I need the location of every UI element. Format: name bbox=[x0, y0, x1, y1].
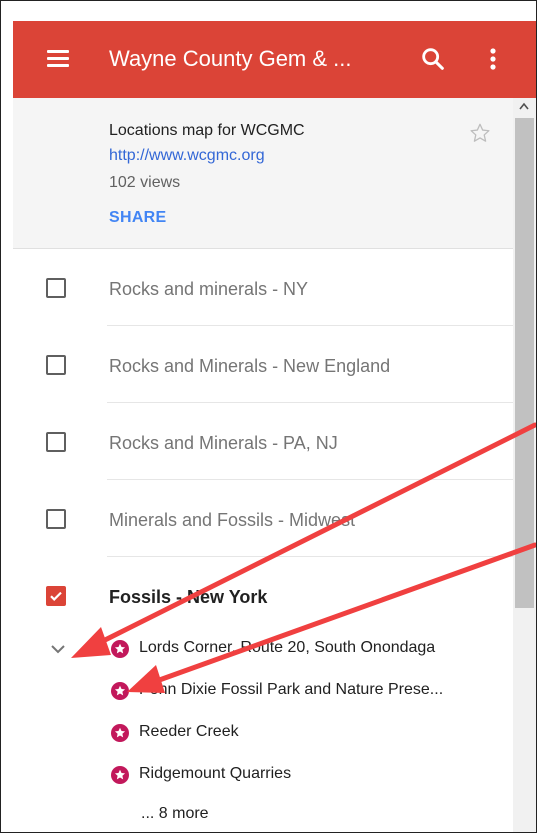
search-button[interactable] bbox=[419, 45, 447, 73]
layer-name: Rocks and Minerals - PA, NJ bbox=[109, 433, 338, 453]
layer-row[interactable]: Rocks and Minerals - PA, NJ bbox=[13, 403, 513, 480]
map-info-section: Locations map for WCGMC http://www.wcgmc… bbox=[13, 98, 513, 249]
place-item[interactable]: Lords Corner, Route 20, South Onondaga bbox=[111, 638, 511, 660]
chevron-down-icon bbox=[51, 645, 65, 654]
place-name: Reeder Creek bbox=[139, 723, 239, 740]
view-count: 102 views bbox=[109, 174, 181, 191]
star-pin-icon bbox=[111, 724, 129, 742]
layer-row[interactable]: Rocks and Minerals - New England bbox=[13, 326, 513, 403]
checkmark-icon bbox=[50, 591, 62, 601]
layer-checkbox[interactable] bbox=[46, 355, 66, 375]
app-header: Wayne County Gem & ... bbox=[13, 21, 536, 98]
star-outline-icon bbox=[470, 123, 490, 142]
layer-name: Fossils - New York bbox=[109, 587, 268, 607]
star-button[interactable] bbox=[469, 122, 491, 144]
place-name: Lords Corner, Route 20, South Onondaga bbox=[139, 639, 436, 656]
scrollbar-thumb[interactable] bbox=[515, 118, 534, 608]
star-pin-icon bbox=[111, 766, 129, 784]
scroll-up-arrow-icon[interactable] bbox=[519, 102, 529, 110]
map-url-link[interactable]: http://www.wcgmc.org bbox=[109, 147, 265, 165]
star-pin-icon bbox=[111, 640, 129, 658]
layers-panel: Locations map for WCGMC http://www.wcgmc… bbox=[13, 98, 513, 832]
layer-checkbox[interactable] bbox=[46, 509, 66, 529]
map-sidebar-window: Wayne County Gem & ... Locations map for… bbox=[0, 0, 537, 833]
layer-checkbox-checked[interactable] bbox=[46, 586, 66, 606]
place-name: Penn Dixie Fossil Park and Nature Prese.… bbox=[139, 681, 444, 698]
layer-row[interactable]: Rocks and minerals - NY bbox=[13, 249, 513, 326]
more-vert-icon bbox=[490, 48, 496, 70]
star-pin-icon bbox=[111, 682, 129, 700]
place-item[interactable]: Reeder Creek bbox=[111, 722, 511, 744]
layer-row[interactable]: Minerals and Fossils - Midwest bbox=[13, 480, 513, 557]
collapse-layer-button[interactable] bbox=[49, 642, 67, 656]
place-name: Ridgemount Quarries bbox=[139, 765, 292, 782]
scrollbar[interactable] bbox=[513, 98, 536, 832]
map-description: Locations map for WCGMC bbox=[109, 122, 305, 139]
search-icon bbox=[422, 48, 444, 70]
place-item[interactable]: Ridgemount Quarries bbox=[111, 764, 511, 786]
layer-row-active[interactable]: Fossils - New York bbox=[13, 557, 513, 634]
layer-name: Rocks and minerals - NY bbox=[109, 279, 309, 299]
share-button[interactable]: SHARE bbox=[109, 209, 167, 227]
menu-button[interactable] bbox=[45, 45, 71, 71]
place-item[interactable]: Penn Dixie Fossil Park and Nature Prese.… bbox=[111, 680, 511, 702]
layer-checkbox[interactable] bbox=[46, 432, 66, 452]
map-title: Wayne County Gem & ... bbox=[109, 46, 352, 71]
layer-name: Rocks and Minerals - New England bbox=[109, 356, 391, 376]
more-options-button[interactable] bbox=[481, 43, 505, 75]
layer-name: Minerals and Fossils - Midwest bbox=[109, 510, 356, 530]
more-places-link[interactable]: ... 8 more bbox=[141, 805, 209, 823]
layer-checkbox[interactable] bbox=[46, 278, 66, 298]
